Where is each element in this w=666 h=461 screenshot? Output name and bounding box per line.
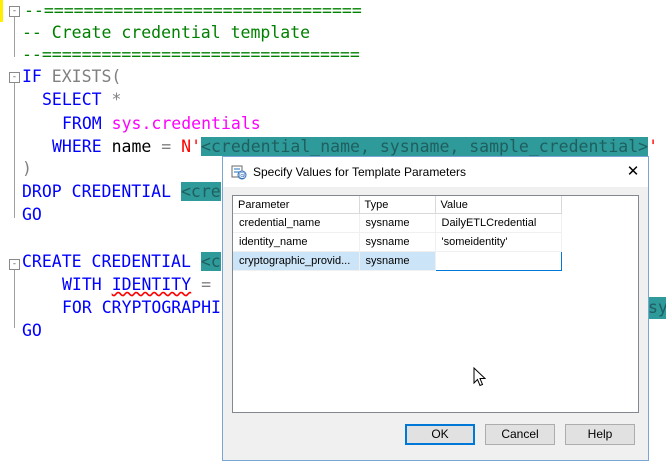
- dialog-title: Specify Values for Template Parameters: [253, 165, 466, 179]
- parameter-row[interactable]: identity_name sysname 'someidentity': [233, 232, 562, 252]
- keyword-where: WHERE: [52, 137, 102, 156]
- mouse-pointer-icon: [473, 367, 487, 387]
- keyword-identity: IDENTITY: [111, 275, 192, 294]
- template-parameters-icon: @: [231, 165, 247, 180]
- table-name: sys.credentials: [101, 114, 261, 133]
- operator: =: [191, 275, 212, 294]
- string-prefix: N': [171, 137, 202, 156]
- parameter-value-input[interactable]: [434, 251, 562, 271]
- fold-guide: [14, 270, 15, 328]
- code-line-create: CREATE CREDENTIAL <c: [22, 251, 221, 273]
- svg-text:@: @: [239, 172, 246, 180]
- keyword-create-credential: CREATE CREDENTIAL: [22, 252, 191, 271]
- parameter-type-cell[interactable]: sysname: [359, 213, 436, 233]
- parameter-type-cell[interactable]: sysname: [359, 251, 436, 271]
- exists-text: EXISTS(: [41, 67, 122, 86]
- template-parameter-highlight: sys: [648, 297, 666, 319]
- parameter-value-cell[interactable]: 'someidentity': [435, 232, 562, 252]
- template-parameter-highlight: <credential_name, sysname, sample_creden…: [201, 137, 649, 156]
- code-line-comment: --================================: [24, 1, 362, 20]
- fold-guide: [14, 83, 15, 218]
- parameter-row-selected[interactable]: cryptographic_provid... sysname: [233, 251, 562, 271]
- change-indicator-bar: [0, 0, 3, 22]
- parameter-name-cell[interactable]: credential_name: [233, 213, 360, 233]
- code-line-comment: -- Create credential template: [22, 23, 311, 42]
- ok-button[interactable]: OK: [405, 424, 475, 445]
- code-line-where: WHERE name = N'<credential_name, sysname…: [52, 136, 658, 158]
- dialog-title-bar[interactable]: @ Specify Values for Template Parameters…: [223, 157, 648, 187]
- column-header-parameter[interactable]: Parameter: [233, 196, 360, 214]
- keyword-select: SELECT: [42, 90, 102, 109]
- operator: =: [161, 137, 172, 156]
- column-header-value[interactable]: Value: [435, 196, 562, 214]
- code-line-from: FROM sys.credentials: [62, 113, 261, 135]
- star-text: *: [101, 90, 122, 109]
- code-line-close-paren: ): [22, 159, 32, 178]
- code-line-for: FOR CRYPTOGRAPHI: [62, 297, 221, 319]
- close-icon[interactable]: ✕: [618, 157, 648, 187]
- column-header-type[interactable]: Type: [359, 196, 436, 214]
- keyword-from: FROM: [62, 114, 102, 133]
- fold-toggle-icon[interactable]: -: [9, 259, 20, 270]
- keyword-with: WITH: [62, 275, 102, 294]
- fold-guide: [14, 17, 15, 57]
- parameter-name-cell[interactable]: cryptographic_provid...: [233, 251, 360, 271]
- code-line-select: SELECT *: [42, 89, 121, 111]
- code-line-go: GO: [22, 205, 42, 224]
- string-suffix: ': [648, 137, 658, 156]
- template-parameter-highlight: <cre: [180, 182, 221, 201]
- code-line-if: IF EXISTS(: [22, 66, 121, 88]
- template-parameters-dialog: @ Specify Values for Template Parameters…: [222, 156, 649, 461]
- code-line-with: WITH IDENTITY =: [62, 274, 211, 296]
- parameter-type-cell[interactable]: sysname: [359, 232, 436, 252]
- code-line-comment: --================================: [22, 45, 360, 64]
- help-button[interactable]: Help: [565, 424, 635, 445]
- cancel-button[interactable]: Cancel: [485, 424, 555, 445]
- template-parameter-highlight: <c: [200, 252, 221, 271]
- grid-header-row: Parameter Type Value: [233, 196, 562, 214]
- fold-toggle-icon[interactable]: -: [9, 72, 20, 83]
- parameter-row[interactable]: credential_name sysname DailyETLCredenti…: [233, 213, 562, 233]
- column-name: name: [101, 137, 162, 156]
- keyword-if: IF: [22, 67, 42, 86]
- fold-toggle-icon[interactable]: -: [9, 6, 20, 17]
- parameter-name-cell[interactable]: identity_name: [233, 232, 360, 252]
- parameter-value-cell[interactable]: DailyETLCredential: [435, 213, 562, 233]
- code-line-go: GO: [22, 321, 42, 340]
- keyword-drop-credential: DROP CREDENTIAL: [22, 182, 172, 201]
- parameters-grid[interactable]: Parameter Type Value credential_name sys…: [232, 195, 639, 413]
- keyword-for-cryptographic: FOR CRYPTOGRAPHI: [62, 298, 221, 317]
- code-line-drop: DROP CREDENTIAL <cre: [22, 181, 221, 203]
